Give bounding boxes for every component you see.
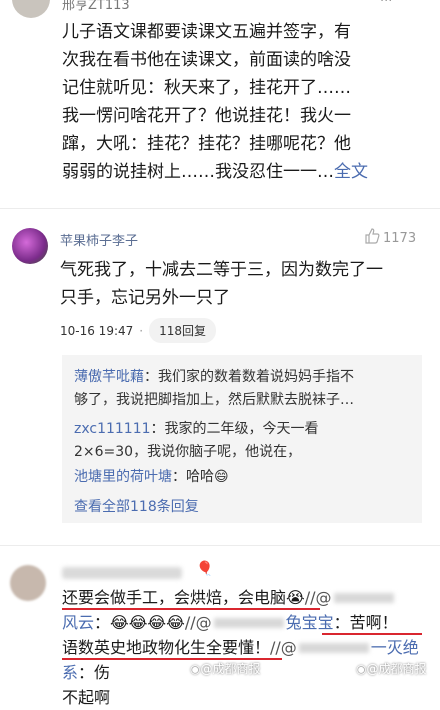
divider [0, 545, 440, 546]
avatar[interactable] [12, 0, 50, 18]
like-count: 1173 [383, 230, 417, 246]
like-count: ··· [380, 0, 393, 9]
blurred-username [298, 643, 369, 653]
like-button[interactable]: 1173 [364, 228, 416, 248]
avatar[interactable] [10, 565, 46, 601]
weibo-icon: ◉ [356, 662, 367, 676]
reply-text: ：哈哈 [172, 469, 214, 485]
watermark: ◉@成都商报 [356, 660, 427, 677]
reply-username[interactable]: 薄傲芊吡藉 [74, 369, 144, 385]
separator: · [139, 323, 144, 338]
text-segment: 苦啊！ [349, 613, 398, 632]
text-segment: ： [333, 613, 350, 632]
comment-meta: 10-16 19:47 · 118回复 [60, 318, 216, 343]
reply-text: ：我们家的数着数着说妈妈手指不 [144, 369, 354, 385]
watermark: ◉@成都商报 [190, 660, 261, 677]
mention-user[interactable]: 兔宝宝 [286, 613, 334, 632]
text-line-content: 弱弱的说挂树上……我没忍住一一… [62, 162, 334, 182]
reply-text: ：我家的二年级，今天一看 [150, 421, 319, 437]
comment-body: 气死我了，十减去二等于三，因为数完了一 只手，忘记另外一只了 [60, 256, 430, 312]
laugh-emoji-icon: 😂😂😂😂 [110, 613, 185, 632]
comment-body: 儿子语文课都要读课文五遍并签字，有 次我在看书他在读课文，前面读的啥没 记住就听… [62, 18, 434, 186]
text-line: 次我在看书他在读课文，前面读的啥没 [62, 50, 351, 70]
reply-item[interactable]: zxc111111：我家的二年级，今天一看 2×6=30，我说你脑子呢，他说在， [74, 418, 414, 464]
text-line: 记住就听见：秋天来了，挂花开了…… [62, 78, 351, 98]
balloon-icon: 🎈 [196, 561, 214, 577]
view-all-replies-link[interactable]: 查看全部118条回复 [74, 496, 199, 516]
reply-count-button[interactable]: 118回复 [149, 318, 216, 343]
reply-text: 够了，我说把脚指加上，然后默默去脱袜子… [74, 392, 354, 408]
text-line: 我一愣问啥花开了？他说挂花！我火一 [62, 106, 351, 126]
laugh-emoji-icon: 😄 [214, 469, 229, 485]
blurred-username [213, 618, 284, 628]
username[interactable]: 邢亨ZT113 [62, 0, 130, 13]
underline-annotation [322, 633, 422, 635]
text-segment: //@ [304, 588, 332, 607]
text-line: 还要会做手工，会烘焙，会电脑😭//@ [62, 585, 438, 610]
avatar[interactable] [12, 228, 48, 264]
text-line: 不起啊 [62, 688, 111, 707]
mention-user[interactable]: 风云 [62, 613, 94, 632]
text-segment: 还要会做手工，会烘焙，会电脑 [62, 588, 287, 607]
reply-item[interactable]: 池塘里的荷叶塘：哈哈😄 [74, 466, 414, 489]
text-line: 弱弱的说挂树上……我没忍住一一…全文 [62, 158, 434, 186]
underline-annotation [62, 608, 320, 610]
text-line: 风云：😂😂😂😂//@ 兔宝宝：苦啊！ [62, 610, 438, 635]
watermark-text: @成都商报 [200, 662, 261, 676]
username[interactable]: 苹果柿子李子 [60, 230, 138, 249]
divider [0, 208, 440, 209]
reply-text: 2×6=30，我说你脑子呢，他说在， [74, 444, 302, 460]
text-line: 蹿，大吼：挂花？挂花？挂哪呢花？他 [62, 134, 351, 154]
reply-username[interactable]: 池塘里的荷叶塘 [74, 469, 172, 485]
thumbs-up-icon [364, 228, 380, 248]
username[interactable] [62, 567, 182, 579]
text-line: 只手，忘记另外一只了 [60, 288, 230, 308]
reply-item[interactable]: 薄傲芊吡藉：我们家的数着数着说妈妈手指不 够了，我说把脚指加上，然后默默去脱袜子… [74, 366, 414, 412]
crying-emoji-icon: 😭 [286, 588, 305, 607]
text-segment: 语数英史地政物化生全要懂！ [62, 638, 271, 657]
comment-body: 还要会做手工，会烘焙，会电脑😭//@ 风云：😂😂😂😂//@ 兔宝宝：苦啊！ 语数英… [62, 585, 438, 710]
text-segment: ：伤 [78, 663, 111, 682]
text-line: 儿子语文课都要读课文五遍并签字，有 [62, 22, 351, 42]
reply-username[interactable]: zxc111111 [74, 421, 151, 437]
watermark-text: @成都商报 [366, 662, 427, 676]
weibo-icon: ◉ [190, 662, 201, 676]
text-segment: //@ [270, 638, 297, 657]
text-segment: //@ [184, 613, 212, 632]
text-line: 气死我了，十减去二等于三，因为数完了一 [60, 260, 383, 280]
more-link[interactable]: 全文 [334, 162, 368, 182]
timestamp: 10-16 19:47 [60, 323, 134, 338]
blurred-username [333, 593, 394, 603]
text-segment: ： [94, 613, 111, 632]
